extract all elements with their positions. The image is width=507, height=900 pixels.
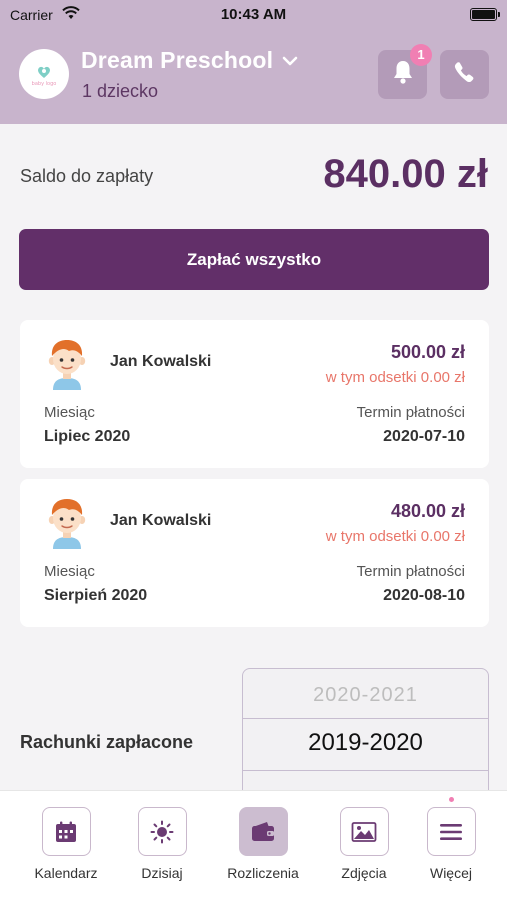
tab-label: Kalendarz bbox=[34, 865, 98, 881]
interest-note: w tym odsetki 0.00 zł bbox=[325, 369, 465, 386]
clock: 10:43 AM bbox=[220, 6, 287, 23]
battery-icon bbox=[470, 8, 500, 21]
bill-card[interactable]: Jan Kowalski 500.00 zł w tym odsetki 0.0… bbox=[20, 320, 489, 468]
phone-icon bbox=[453, 60, 477, 89]
school-logo[interactable]: baby logo bbox=[19, 49, 69, 99]
app-header: Carrier 10:43 AM baby logo Dream Prescho… bbox=[0, 0, 507, 124]
pay-all-button[interactable]: Zapłać wszystko bbox=[19, 229, 489, 290]
chevron-down-icon[interactable] bbox=[282, 54, 298, 72]
picker-divider bbox=[243, 770, 488, 771]
child-avatar bbox=[47, 338, 87, 390]
due-date-label: Termin płatności bbox=[356, 404, 465, 421]
bill-card[interactable]: Jan Kowalski 480.00 zł w tym odsetki 0.0… bbox=[20, 479, 489, 627]
paid-bills-label: Rachunki zapłacone bbox=[20, 732, 194, 752]
month-label: Miesiąc bbox=[44, 563, 95, 580]
menu-icon bbox=[426, 807, 476, 856]
bill-amount: 500.00 zł bbox=[390, 342, 465, 362]
year-option-selected[interactable]: 2019-2020 bbox=[243, 729, 488, 757]
due-date-value: 2020-08-10 bbox=[383, 587, 465, 604]
child-count: 1 dziecko bbox=[82, 81, 159, 101]
school-name[interactable]: Dream Preschool bbox=[81, 47, 273, 74]
unread-dot bbox=[449, 797, 454, 802]
status-bar: Carrier 10:43 AM bbox=[0, 0, 507, 30]
month-label: Miesiąc bbox=[44, 404, 95, 421]
balance-label: Saldo do zapłaty bbox=[20, 166, 154, 186]
logo-text: baby logo bbox=[32, 81, 57, 87]
wallet-icon bbox=[238, 807, 288, 856]
tab-label: Dzisiaj bbox=[141, 865, 183, 881]
photo-icon bbox=[339, 807, 389, 856]
sun-icon bbox=[137, 807, 187, 856]
call-button[interactable] bbox=[440, 50, 489, 99]
picker-divider bbox=[243, 718, 488, 719]
tab-dzisiaj[interactable]: Dzisiaj bbox=[116, 807, 208, 881]
month-value: Sierpień 2020 bbox=[44, 587, 148, 604]
tab-rozliczenia[interactable]: Rozliczenia bbox=[217, 807, 309, 881]
year-option[interactable]: 2020-2021 bbox=[243, 684, 488, 707]
child-name: Jan Kowalski bbox=[110, 512, 212, 529]
child-name: Jan Kowalski bbox=[110, 353, 212, 370]
tab-label: Zdjęcia bbox=[341, 865, 387, 881]
calendar-icon bbox=[41, 807, 91, 856]
year-picker[interactable]: 2020-2021 2019-2020 bbox=[242, 668, 489, 808]
tab-zdjecia[interactable]: Zdjęcia bbox=[318, 807, 410, 881]
tab-kalendarz[interactable]: Kalendarz bbox=[20, 807, 112, 881]
bill-amount: 480.00 zł bbox=[390, 501, 465, 521]
tab-label: Rozliczenia bbox=[227, 865, 299, 881]
due-date-value: 2020-07-10 bbox=[383, 428, 465, 445]
notification-badge: 1 bbox=[410, 44, 432, 66]
bell-icon bbox=[391, 59, 415, 90]
child-avatar bbox=[47, 497, 87, 549]
tab-wiecej[interactable]: Więcej bbox=[405, 807, 497, 881]
balance-amount: 840.00 zł bbox=[323, 152, 488, 196]
tab-bar: Kalendarz Dzisiaj Rozliczenia Zdjęcia Wi… bbox=[0, 790, 507, 900]
month-value: Lipiec 2020 bbox=[44, 428, 131, 445]
interest-note: w tym odsetki 0.00 zł bbox=[325, 528, 465, 545]
due-date-label: Termin płatności bbox=[356, 563, 465, 580]
tab-label: Więcej bbox=[429, 865, 472, 881]
